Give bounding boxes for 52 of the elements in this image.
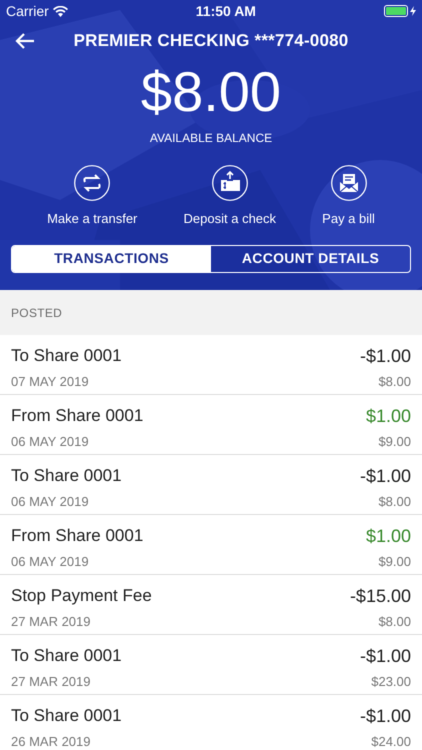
transaction-date: 06 MAY 2019	[11, 432, 90, 450]
action-label[interactable]: Make a transfer	[47, 209, 138, 228]
balance-amount: $8.00	[140, 59, 282, 125]
transaction-description: From Share 0001	[11, 405, 144, 427]
transaction-date: 26 MAR 2019	[11, 732, 92, 750]
tab[interactable]: TRANSACTIONS	[12, 246, 211, 272]
transaction-row[interactable]: To Share 0001 07 MAY 2019 -$1.00 $8.00	[0, 335, 422, 395]
transaction-row[interactable]: From Share 0001 06 MAY 2019 $1.00 $9.00	[0, 395, 422, 455]
transaction-row[interactable]: To Share 0001 27 MAR 2019 -$1.00 $23.00	[0, 635, 422, 695]
action-label[interactable]: Deposit a check	[184, 209, 276, 228]
transaction-description: To Share 0001	[11, 465, 122, 487]
transaction-amount: -$15.00	[350, 585, 411, 608]
transaction-row[interactable]: To Share 0001 06 MAY 2019 -$1.00 $8.00	[0, 455, 422, 515]
running-balance: $8.00	[378, 373, 411, 391]
transaction-amount: $1.00	[366, 405, 411, 428]
running-balance: $9.00	[378, 553, 411, 571]
running-balance: $8.00	[378, 493, 411, 511]
action-label[interactable]: Pay a bill	[322, 209, 375, 228]
transaction-amount: -$1.00	[360, 465, 411, 488]
running-balance: $24.00	[371, 733, 411, 750]
transaction-amount: -$1.00	[360, 705, 411, 728]
transaction-date: 27 MAR 2019	[11, 672, 92, 690]
transaction-date: 27 MAR 2019	[11, 612, 92, 630]
transaction-row[interactable]: Stop Payment Fee 27 MAR 2019 -$15.00 $8.00	[0, 575, 422, 635]
section-header: POSTED	[0, 290, 422, 335]
transaction-description: To Share 0001	[11, 345, 122, 367]
running-balance: $9.00	[378, 433, 411, 451]
transaction-description: To Share 0001	[11, 705, 122, 727]
transaction-row[interactable]: From Share 0001 06 MAY 2019 $1.00 $9.00	[0, 515, 422, 575]
balance-label: AVAILABLE BALANCE	[148, 130, 274, 147]
wifi-icon	[52, 6, 68, 16]
transaction-description: Stop Payment Fee	[11, 585, 152, 607]
running-balance: $8.00	[378, 613, 411, 631]
transaction-row[interactable]: To Share 0001 26 MAR 2019 -$1.00 $24.00	[0, 695, 422, 750]
battery-icon	[384, 5, 416, 17]
transaction-date: 06 MAY 2019	[11, 492, 90, 510]
transaction-description: From Share 0001	[11, 525, 144, 547]
transaction-description: To Share 0001	[11, 645, 122, 667]
transaction-amount: -$1.00	[360, 645, 411, 668]
transaction-amount: $1.00	[366, 525, 411, 548]
transaction-amount: -$1.00	[360, 345, 411, 368]
tab[interactable]: ACCOUNT DETAILS	[211, 246, 410, 272]
carrier-label: Carrier	[6, 2, 49, 20]
account-title: PREMIER CHECKING ***774-0080	[72, 30, 350, 52]
back-arrow-icon[interactable]	[14, 32, 36, 50]
transaction-date: 06 MAY 2019	[11, 552, 90, 570]
arrows-cycle-icon[interactable]	[74, 165, 110, 201]
clock-time: 11:50 AM	[196, 2, 256, 20]
envelope-icon[interactable]	[330, 165, 367, 201]
transaction-date: 07 MAY 2019	[11, 372, 90, 390]
running-balance: $23.00	[371, 673, 411, 691]
check-upload-icon[interactable]	[212, 165, 248, 201]
